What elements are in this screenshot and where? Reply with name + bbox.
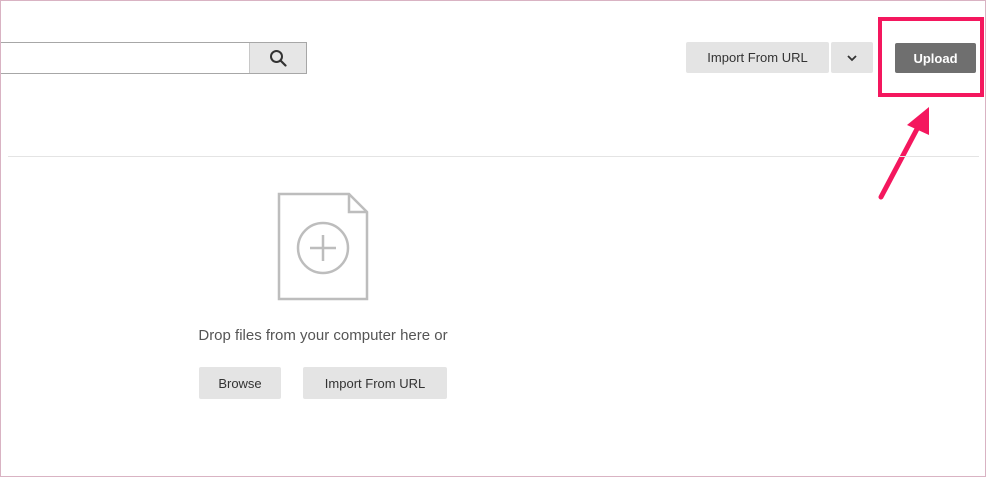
browse-button[interactable]: Browse <box>199 367 281 399</box>
divider <box>8 156 979 157</box>
pointer-arrow-icon <box>878 107 929 200</box>
dropzone-import-from-url-button[interactable]: Import From URL <box>303 367 447 399</box>
search-icon <box>270 50 287 67</box>
import-from-url-button[interactable]: Import From URL <box>686 42 829 73</box>
file-add-icon <box>277 192 369 301</box>
search-bar <box>1 42 307 74</box>
search-input[interactable] <box>1 43 249 73</box>
upload-highlight-box <box>878 17 984 97</box>
import-options-dropdown-button[interactable] <box>831 42 873 73</box>
drop-instructions: Drop files from your computer here or <box>198 327 448 344</box>
upload-page: Import From URL Upload Drop files from y… <box>0 0 986 477</box>
chevron-down-icon <box>847 54 857 61</box>
search-button[interactable] <box>249 43 306 73</box>
